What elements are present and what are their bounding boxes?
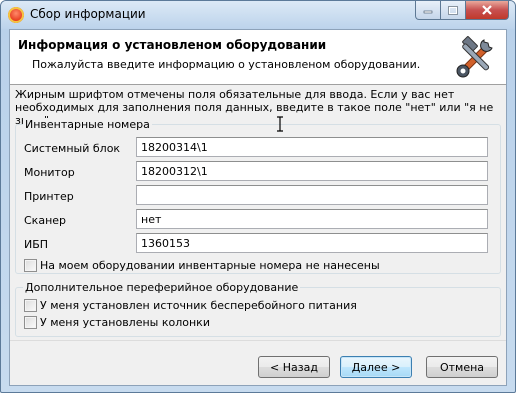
- page-subtitle: Пожалуйста введите информацию о установл…: [32, 58, 421, 71]
- wizard-header: Информация о установленом оборудовании П…: [10, 30, 506, 85]
- system-unit-input[interactable]: 18200314\1: [136, 137, 488, 157]
- system-unit-label: Системный блок: [24, 142, 121, 155]
- cancel-button[interactable]: Отмена: [426, 356, 498, 378]
- tools-icon: [456, 36, 493, 78]
- maximize-button[interactable]: [441, 1, 466, 20]
- monitor-input[interactable]: 18200312\1: [136, 161, 488, 181]
- inventory-group-label: Инвентарные номера: [23, 118, 152, 131]
- minimize-icon: [423, 10, 433, 14]
- ups-installed-checkbox[interactable]: [24, 299, 37, 312]
- page-title: Информация о установленом оборудовании: [18, 38, 327, 52]
- ups-installed-label: У меня установлен источник бесперебойног…: [40, 299, 357, 312]
- back-button[interactable]: < Назад: [258, 356, 330, 378]
- ups-input[interactable]: 1360153: [136, 233, 488, 253]
- ups-installed-option[interactable]: У меня установлен источник бесперебойног…: [24, 299, 357, 312]
- no-inventory-numbers-label: На моем оборудовании инвентарные номера …: [40, 259, 380, 272]
- title-bar[interactable]: Сбор информации: [1, 1, 515, 29]
- speakers-installed-checkbox[interactable]: [24, 316, 37, 329]
- scanner-input[interactable]: нет: [136, 209, 488, 229]
- window-title: Сбор информации: [30, 7, 146, 21]
- maximize-icon: [448, 5, 458, 15]
- monitor-label: Монитор: [24, 166, 75, 179]
- close-icon: [482, 5, 492, 15]
- speakers-installed-label: У меня установлены колонки: [40, 316, 210, 329]
- text-cursor-icon: [277, 116, 283, 132]
- dialog-window: Сбор информации Информация о установлено…: [0, 0, 516, 393]
- no-inventory-numbers-option[interactable]: На моем оборудовании инвентарные номера …: [24, 259, 380, 272]
- peripherals-group: Дополнительное переферийное оборудование…: [15, 281, 501, 337]
- caption-buttons: [415, 1, 509, 21]
- ups-label: ИБП: [24, 238, 49, 251]
- app-icon: [8, 7, 24, 23]
- printer-input[interactable]: [136, 185, 488, 205]
- next-button[interactable]: Далее >: [340, 356, 412, 378]
- minimize-button[interactable]: [415, 1, 441, 20]
- no-inventory-numbers-checkbox[interactable]: [24, 259, 37, 272]
- printer-label: Принтер: [24, 190, 74, 203]
- footer-divider: [10, 340, 506, 341]
- close-button[interactable]: [466, 1, 509, 20]
- inventory-numbers-group: Инвентарные номера Системный блок 182003…: [15, 118, 501, 274]
- scanner-label: Сканер: [24, 214, 67, 227]
- speakers-installed-option[interactable]: У меня установлены колонки: [24, 316, 210, 329]
- dialog-client-area: Информация о установленом оборудовании П…: [9, 29, 507, 386]
- peripherals-group-label: Дополнительное переферийное оборудование: [23, 281, 301, 294]
